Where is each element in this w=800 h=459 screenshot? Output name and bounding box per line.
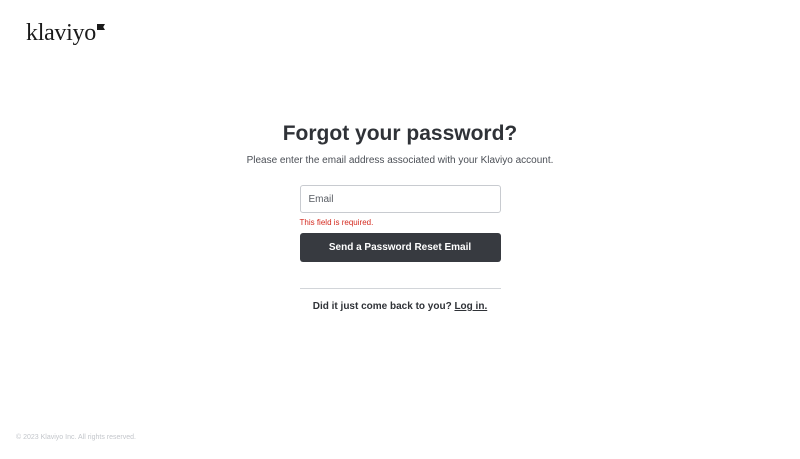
page-subtitle: Please enter the email address associate… [246,155,554,166]
login-link[interactable]: Log in. [454,301,487,312]
email-error-message: This field is required. [299,218,374,227]
login-prompt-text: Did it just come back to you? [312,301,455,312]
logo-wordmark: klaviyo [26,20,96,46]
klaviyo-logo: klaviyo [26,20,105,46]
login-prompt: Did it just come back to you? Log in. [313,300,487,314]
flag-icon [96,24,105,30]
send-reset-email-button[interactable]: Send a Password Reset Email [299,233,501,262]
divider [299,288,501,289]
forgot-password-panel: Forgot your password? Please enter the e… [0,120,800,314]
email-input[interactable] [299,185,501,213]
copyright-footer: © 2023 Klaviyo Inc. All rights reserved. [16,434,136,441]
page-title: Forgot your password? [282,122,518,145]
reset-form: This field is required. Send a Password … [299,185,501,262]
